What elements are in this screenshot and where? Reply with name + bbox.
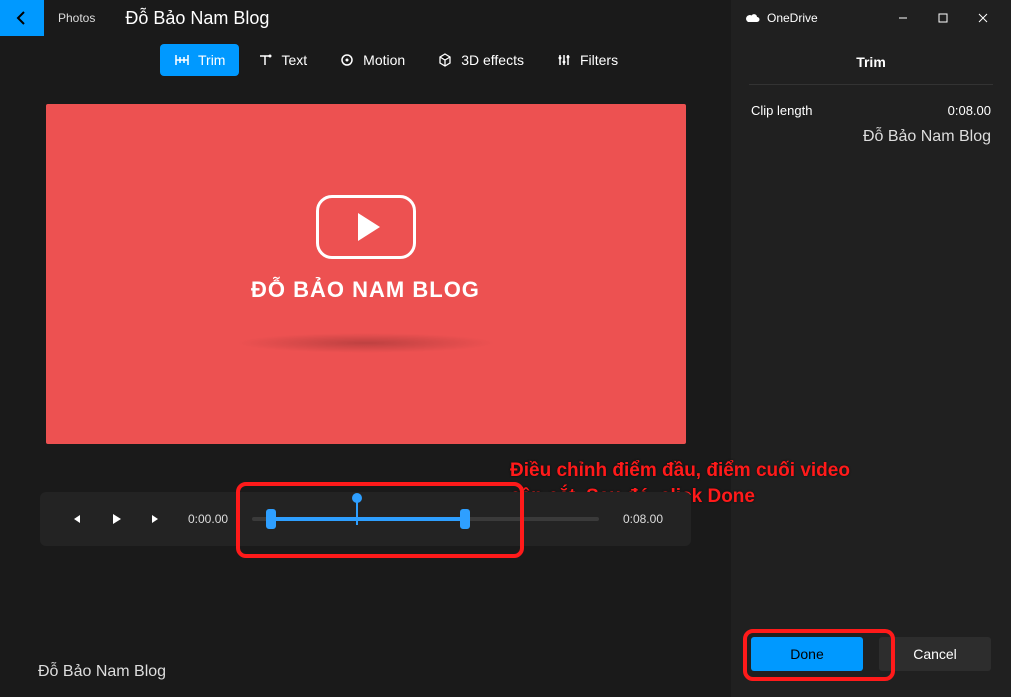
clip-length-value: 0:08.00 [948,103,991,118]
tool-filters-label: Filters [580,52,618,68]
prev-frame-button[interactable] [62,505,90,533]
tool-trim-label: Trim [198,52,225,68]
tool-motion-label: Motion [363,52,405,68]
next-frame-button[interactable] [142,505,170,533]
main-area: Photos Đỗ Bảo Nam Blog Trim Text Moti [0,0,731,697]
transport-bar: 0:00.00 0:08.00 [40,492,691,546]
video-title: ĐỖ BẢO NAM BLOG [251,277,480,303]
filters-icon [556,52,572,68]
cancel-button[interactable]: Cancel [879,637,991,671]
timeline-track[interactable] [252,517,599,521]
tool-effects-label: 3D effects [461,52,524,68]
start-time: 0:00.00 [188,512,234,526]
titlebar: Photos Đỗ Bảo Nam Blog [0,0,731,36]
trim-start-handle[interactable] [266,509,276,529]
motion-icon [339,52,355,68]
cloud-icon [745,12,761,24]
sidebar-actions: Done Cancel [731,621,1011,697]
effects-icon [437,52,453,68]
sidebar-brand: Đỗ Bảo Nam Blog [731,122,1011,146]
timeline-selection [266,517,460,521]
tool-text-label: Text [281,52,307,68]
playhead[interactable] [356,501,358,525]
end-time: 0:08.00 [617,512,663,526]
clip-length-row: Clip length 0:08.00 [731,85,1011,122]
preview-area: ĐỖ BẢO NAM BLOG [0,84,731,454]
trim-end-handle[interactable] [460,509,470,529]
tool-filters[interactable]: Filters [542,44,632,76]
play-button[interactable] [102,505,130,533]
toolbar: Trim Text Motion 3D effects [0,36,731,84]
clip-length-label: Clip length [751,103,812,118]
maximize-button[interactable] [923,0,963,36]
back-button[interactable] [0,0,44,36]
onedrive-label: OneDrive [767,11,818,25]
video-logo-badge [316,195,416,259]
project-title: Đỗ Bảo Nam Blog [125,8,269,29]
trim-icon [174,52,190,68]
tool-motion[interactable]: Motion [325,44,419,76]
onedrive-status[interactable]: OneDrive [745,11,818,25]
app-name: Photos [58,11,95,25]
tool-trim[interactable]: Trim [160,44,239,76]
close-button[interactable] [963,0,1003,36]
watermark: Đỗ Bảo Nam Blog [38,663,166,681]
text-icon [257,52,273,68]
sidebar: OneDrive Trim Clip length 0:08.00 Đỗ Bảo… [731,0,1011,697]
tool-text[interactable]: Text [243,44,321,76]
window-controls [883,0,1003,36]
minimize-button[interactable] [883,0,923,36]
tool-3d-effects[interactable]: 3D effects [423,44,538,76]
video-preview[interactable]: ĐỖ BẢO NAM BLOG [46,104,686,444]
play-triangle-icon [358,213,380,241]
video-shadow [236,333,496,353]
panel-title: Trim [749,36,993,85]
done-button[interactable]: Done [751,637,863,671]
sidebar-titlebar: OneDrive [731,0,1011,36]
